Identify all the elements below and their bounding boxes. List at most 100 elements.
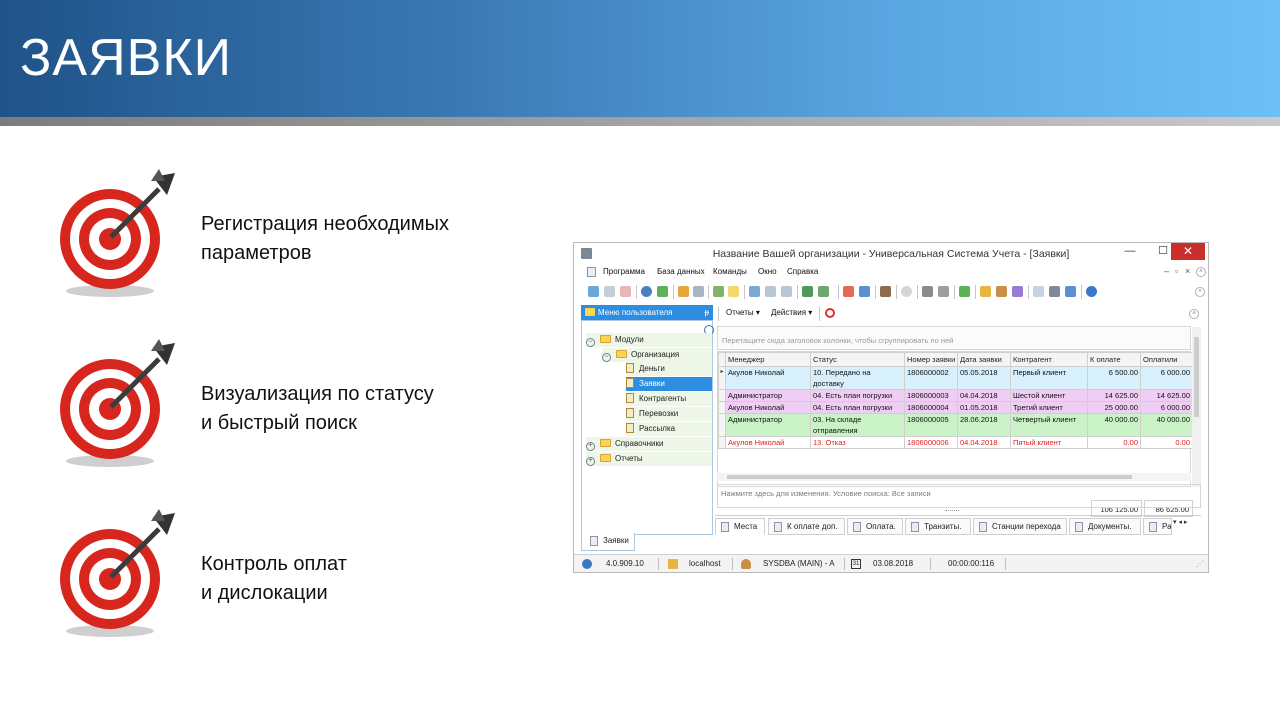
mdi-close-button[interactable]: × bbox=[1185, 266, 1190, 276]
cell-order-date: 05.05.2018 bbox=[957, 366, 1011, 390]
calendar-icon[interactable] bbox=[1033, 286, 1044, 297]
users-icon[interactable] bbox=[996, 286, 1007, 297]
new-window-icon[interactable] bbox=[843, 286, 854, 297]
menu-item-program[interactable]: Программа bbox=[603, 267, 645, 276]
clear-filter-icon[interactable] bbox=[693, 286, 704, 297]
tree-item-shipments[interactable]: Перевозки bbox=[626, 407, 712, 421]
column-header-paid[interactable]: Оплатили bbox=[1140, 352, 1193, 367]
tab-documents[interactable]: Документы. bbox=[1069, 518, 1141, 535]
tree-item-contractors[interactable]: Контрагенты bbox=[626, 392, 712, 406]
column-header-order-date[interactable]: Дата заявки bbox=[957, 352, 1011, 367]
menu-item-commands[interactable]: Команды bbox=[713, 267, 747, 276]
collapse-icon[interactable]: − bbox=[602, 353, 611, 362]
table-row[interactable]: Администратор 03. На складе отправления 18… bbox=[718, 413, 1193, 437]
row-indicator[interactable]: ▸ bbox=[718, 366, 726, 390]
delete-icon[interactable] bbox=[620, 286, 631, 297]
tab-scroll-arrows[interactable]: ▾ ◂ ▸ bbox=[1173, 518, 1187, 526]
collapse-all-icon[interactable] bbox=[781, 286, 792, 297]
document-icon[interactable] bbox=[587, 267, 596, 277]
chart-icon[interactable] bbox=[959, 286, 970, 297]
search-condition-bar[interactable]: Нажмите здесь для изменения. Условие пои… bbox=[717, 484, 1201, 508]
tree-item-modules[interactable]: − Модули bbox=[586, 333, 712, 347]
close-button[interactable]: ✕ bbox=[1171, 243, 1205, 260]
refresh-icon[interactable] bbox=[588, 286, 599, 297]
tab-orders[interactable]: Заявки bbox=[581, 533, 635, 551]
table-row[interactable]: Акулов Николай 04. Есть план погрузки 1806… bbox=[718, 401, 1193, 414]
user-menu-header[interactable]: Меню пользователя ᵽ bbox=[581, 305, 713, 320]
tree-item-reports[interactable]: + Отчеты bbox=[586, 452, 712, 466]
tab-extra-payment[interactable]: К оплате доп. bbox=[768, 518, 845, 535]
bullet-3-line1: Контроль оплат bbox=[201, 553, 347, 575]
move-icon[interactable] bbox=[749, 286, 760, 297]
tab-work[interactable]: Раб bbox=[1143, 518, 1172, 535]
settings-icon[interactable] bbox=[901, 286, 912, 297]
cell-order-date: 04.04.2018 bbox=[957, 436, 1011, 449]
tree-item-orders[interactable]: Заявки bbox=[626, 377, 712, 391]
tree-item-organization[interactable]: − Организация bbox=[602, 348, 712, 362]
pin-icon[interactable]: ᵽ bbox=[705, 305, 709, 320]
window-icon[interactable] bbox=[859, 286, 870, 297]
splitter-handle[interactable] bbox=[945, 510, 959, 512]
column-header-contractor[interactable]: Контрагент bbox=[1010, 352, 1088, 367]
excel-icon[interactable] bbox=[818, 286, 829, 297]
group-by-area[interactable]: Перетащите сюда заголовок колонки, чтобы… bbox=[717, 326, 1191, 350]
table-row[interactable]: Администратор 04. Есть план погрузки 18060… bbox=[718, 389, 1193, 402]
tab-transfer-stations[interactable]: Станции перехода bbox=[973, 518, 1067, 535]
column-header-status[interactable]: Статус bbox=[810, 352, 905, 367]
cell-order-date: 04.04.2018 bbox=[957, 389, 1011, 402]
toolbar-collapse-icon[interactable]: ˄ bbox=[1195, 287, 1205, 297]
share-icon[interactable] bbox=[1065, 286, 1076, 297]
expand-icon[interactable]: + bbox=[586, 457, 595, 466]
tree-item-references[interactable]: + Справочники bbox=[586, 437, 712, 451]
row-indicator[interactable] bbox=[718, 389, 726, 402]
row-indicator[interactable] bbox=[718, 413, 726, 437]
lock-icon[interactable] bbox=[980, 286, 991, 297]
info-icon[interactable] bbox=[1086, 286, 1097, 297]
server-icon bbox=[668, 559, 678, 569]
panel-collapse-icon[interactable]: ˄ bbox=[1189, 309, 1199, 319]
tab-transits[interactable]: Транзиты. bbox=[905, 518, 971, 535]
collapse-icon[interactable]: − bbox=[586, 338, 595, 347]
actions-dropdown[interactable]: Действия ▾ bbox=[771, 308, 812, 317]
book-icon[interactable] bbox=[880, 286, 891, 297]
column-header-to-pay[interactable]: К оплате bbox=[1087, 352, 1141, 367]
tree-item-money[interactable]: Деньги bbox=[626, 362, 712, 376]
wrench-icon[interactable] bbox=[938, 286, 949, 297]
stop-icon[interactable] bbox=[825, 308, 835, 318]
column-header-order-number[interactable]: Номер заявки bbox=[904, 352, 958, 367]
mdi-minimize-button[interactable]: – bbox=[1164, 266, 1169, 276]
cell-manager: Акулов Николай bbox=[725, 436, 811, 449]
tree-item-mailing[interactable]: Рассылка bbox=[626, 422, 712, 436]
replace-icon[interactable] bbox=[657, 286, 668, 297]
export-icon[interactable] bbox=[802, 286, 813, 297]
bullet-1: Регистрация необходимых параметров bbox=[0, 165, 540, 305]
row-indicator[interactable] bbox=[718, 436, 726, 449]
minimize-button[interactable]: — bbox=[1119, 243, 1141, 260]
copy-icon[interactable] bbox=[604, 286, 615, 297]
mdi-restore-button[interactable]: ▫ bbox=[1175, 266, 1178, 276]
tab-places[interactable]: Места bbox=[715, 518, 765, 535]
row-indicator[interactable] bbox=[718, 401, 726, 414]
expand-icon[interactable] bbox=[765, 286, 776, 297]
note-icon[interactable] bbox=[728, 286, 739, 297]
tools-icon[interactable] bbox=[922, 286, 933, 297]
grid-vertical-scrollbar[interactable] bbox=[1192, 327, 1201, 487]
column-header-manager[interactable]: Менеджер bbox=[725, 352, 811, 367]
expand-icon[interactable]: + bbox=[586, 442, 595, 451]
user-settings-icon[interactable] bbox=[1012, 286, 1023, 297]
menu-item-window[interactable]: Окно bbox=[758, 267, 777, 276]
menu-item-database[interactable]: База данных bbox=[657, 267, 705, 276]
search-icon[interactable] bbox=[641, 286, 652, 297]
add-icon[interactable] bbox=[713, 286, 724, 297]
filter-icon[interactable] bbox=[678, 286, 689, 297]
print-icon[interactable] bbox=[1049, 286, 1060, 297]
reports-dropdown[interactable]: Отчеты ▾ bbox=[726, 308, 760, 317]
table-row[interactable]: ▸ Акулов Николай 10. Передано на доставку 1… bbox=[718, 366, 1193, 390]
grid-horizontal-scrollbar[interactable] bbox=[717, 473, 1191, 481]
window-titlebar[interactable]: Название Вашей организации - Универсальн… bbox=[574, 243, 1208, 264]
table-row[interactable]: Акулов Николай 13. Отказ 1806000006 04.04.2… bbox=[718, 436, 1193, 449]
tab-payment[interactable]: Оплата. bbox=[847, 518, 903, 535]
collapse-icon[interactable]: ˄ bbox=[1196, 267, 1206, 277]
menu-item-help[interactable]: Справка bbox=[787, 267, 818, 276]
resize-grip[interactable]: ⋰ bbox=[1196, 559, 1204, 568]
